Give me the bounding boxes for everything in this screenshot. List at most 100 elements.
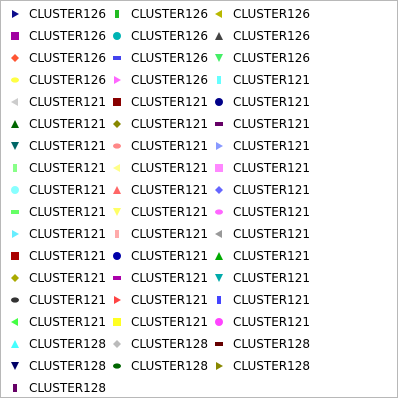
diamond-marker-icon: [211, 179, 227, 201]
legend-entry: CLUSTER121: [109, 179, 208, 201]
legend-entry: CLUSTER121: [109, 135, 208, 157]
bar-horizontal-marker-icon: [109, 267, 125, 289]
legend-entry-label: CLUSTER121: [233, 315, 311, 329]
triangle-up-marker-icon: [7, 333, 23, 355]
diamond-marker-icon: [7, 267, 23, 289]
triangle-up-marker-icon: [211, 245, 227, 267]
legend-entry-label: CLUSTER121: [131, 249, 209, 263]
bar-vertical-marker-icon: [109, 223, 125, 245]
legend-entry-label: CLUSTER126: [29, 29, 107, 43]
triangle-left-marker-icon: [109, 157, 125, 179]
legend-entry-label: CLUSTER121: [233, 227, 311, 241]
legend-entry: CLUSTER121: [211, 245, 310, 267]
legend-entry: CLUSTER121: [211, 267, 310, 289]
legend-entry-label: CLUSTER121: [233, 73, 311, 87]
legend-entry-label: CLUSTER121: [29, 249, 107, 263]
legend-entry: CLUSTER126: [211, 25, 310, 47]
legend-entry-label: CLUSTER121: [131, 139, 209, 153]
bar-vertical-marker-icon: [109, 3, 125, 25]
legend-entry: CLUSTER121: [211, 179, 310, 201]
triangle-right-marker-icon: [109, 289, 125, 311]
ellipse-marker-icon: [109, 135, 125, 157]
triangle-left-marker-icon: [211, 223, 227, 245]
legend-entry: CLUSTER126: [109, 25, 208, 47]
legend-entry: CLUSTER121: [7, 201, 106, 223]
triangle-right-marker-icon: [211, 355, 227, 377]
triangle-down-marker-icon: [7, 135, 23, 157]
legend-entry: CLUSTER121: [7, 113, 106, 135]
legend-entry: CLUSTER126: [211, 3, 310, 25]
legend-entry: CLUSTER128: [211, 333, 310, 355]
legend-entry-label: CLUSTER126: [29, 7, 107, 21]
bar-horizontal-marker-icon: [211, 333, 227, 355]
legend-entry: CLUSTER128: [211, 355, 310, 377]
triangle-up-marker-icon: [109, 179, 125, 201]
legend-entry-label: CLUSTER121: [233, 249, 311, 263]
legend-entry-label: CLUSTER121: [131, 161, 209, 175]
legend-entry-label: CLUSTER121: [233, 293, 311, 307]
legend-entry-label: CLUSTER121: [29, 95, 107, 109]
triangle-up-marker-icon: [211, 25, 227, 47]
legend-entry: CLUSTER121: [109, 311, 208, 333]
circle-marker-icon: [7, 179, 23, 201]
legend-entry: CLUSTER121: [211, 157, 310, 179]
legend-entry-label: CLUSTER126: [233, 51, 311, 65]
legend-entry: CLUSTER121: [7, 245, 106, 267]
bar-horizontal-marker-icon: [7, 201, 23, 223]
square-marker-icon: [7, 25, 23, 47]
triangle-right-marker-icon: [109, 69, 125, 91]
legend-entry-label: CLUSTER121: [233, 117, 311, 131]
legend-entry-label: CLUSTER121: [29, 293, 107, 307]
bar-vertical-marker-icon: [211, 289, 227, 311]
legend-entry: CLUSTER121: [7, 179, 106, 201]
legend-entry: CLUSTER121: [7, 135, 106, 157]
legend-entry-label: CLUSTER121: [29, 117, 107, 131]
triangle-up-marker-icon: [7, 113, 23, 135]
triangle-down-marker-icon: [109, 201, 125, 223]
circle-marker-icon: [211, 311, 227, 333]
diamond-marker-icon: [7, 47, 23, 69]
circle-marker-icon: [109, 245, 125, 267]
bar-horizontal-marker-icon: [109, 47, 125, 69]
legend-entry: CLUSTER121: [7, 289, 106, 311]
legend-entry-label: CLUSTER128: [233, 337, 311, 351]
legend-entry-label: CLUSTER121: [233, 271, 311, 285]
ellipse-marker-icon: [7, 289, 23, 311]
legend-entry: CLUSTER121: [109, 289, 208, 311]
legend-entry-label: CLUSTER121: [29, 205, 107, 219]
legend-entry: CLUSTER121: [211, 311, 310, 333]
legend-entry-label: CLUSTER121: [29, 315, 107, 329]
legend-entry: CLUSTER121: [109, 223, 208, 245]
legend-entry-label: CLUSTER121: [131, 293, 209, 307]
diamond-marker-icon: [109, 113, 125, 135]
legend-entry: CLUSTER121: [211, 113, 310, 135]
bar-vertical-marker-icon: [7, 157, 23, 179]
legend-entry-label: CLUSTER121: [131, 117, 209, 131]
legend-entry-label: CLUSTER121: [29, 271, 107, 285]
legend-entry: CLUSTER121: [211, 289, 310, 311]
ellipse-marker-icon: [7, 69, 23, 91]
legend-entry: CLUSTER121: [109, 201, 208, 223]
legend-entry: CLUSTER128: [7, 333, 106, 355]
legend-entry: CLUSTER126: [7, 47, 106, 69]
legend-entry: CLUSTER121: [7, 267, 106, 289]
legend-entry: CLUSTER121: [211, 201, 310, 223]
legend-entry: CLUSTER121: [211, 135, 310, 157]
legend-entry: CLUSTER121: [7, 157, 106, 179]
bar-vertical-marker-icon: [7, 377, 23, 399]
legend-entry-label: CLUSTER128: [29, 381, 107, 395]
triangle-down-marker-icon: [7, 355, 23, 377]
legend-entry: CLUSTER121: [109, 91, 208, 113]
legend-entry: CLUSTER128: [7, 355, 106, 377]
legend-entry-label: CLUSTER121: [233, 95, 311, 109]
legend-entry-label: CLUSTER121: [131, 205, 209, 219]
legend-entry-label: CLUSTER128: [131, 359, 209, 373]
legend-entry-label: CLUSTER121: [131, 227, 209, 241]
legend-entry: CLUSTER126: [7, 25, 106, 47]
legend-entry-label: CLUSTER126: [233, 7, 311, 21]
legend-entry-label: CLUSTER121: [29, 183, 107, 197]
legend-entry-label: CLUSTER126: [29, 73, 107, 87]
legend-entry: CLUSTER121: [7, 91, 106, 113]
legend-entry: CLUSTER121: [7, 223, 106, 245]
legend-entry: CLUSTER126: [7, 3, 106, 25]
